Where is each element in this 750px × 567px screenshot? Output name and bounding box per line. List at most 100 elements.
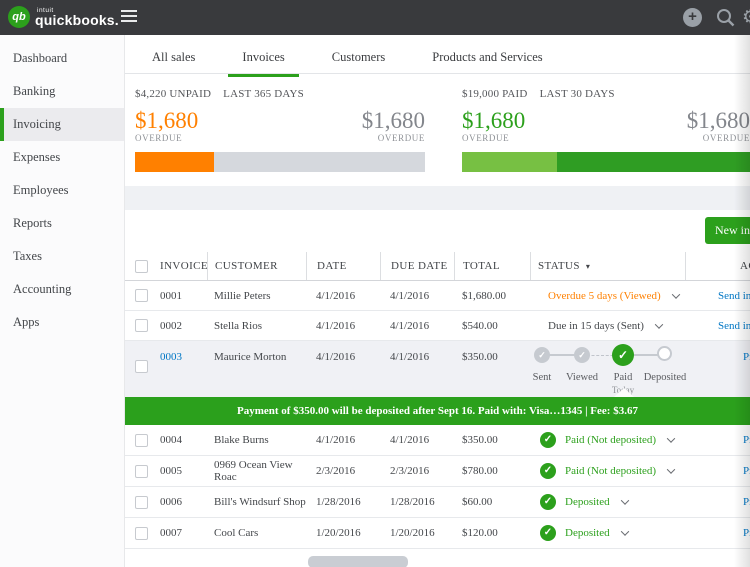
paid-period: LAST 30 DAYS	[539, 88, 615, 100]
print-link[interactable]: Print	[743, 465, 750, 477]
table-row: 0005 0969 Ocean View Roac 2/3/2016 2/3/2…	[125, 456, 750, 487]
row-checkbox[interactable]	[135, 289, 148, 302]
invoice-date: 1/20/2016	[316, 527, 361, 539]
tab-products-services[interactable]: Products and Services	[418, 50, 556, 74]
sidebar-item-expenses[interactable]: Expenses	[0, 141, 124, 174]
invoice-total: $780.00	[462, 465, 498, 477]
invoice-number: 0002	[160, 319, 182, 332]
unpaid-progress-bar	[135, 152, 425, 172]
paid-check-icon: ✓	[540, 432, 556, 448]
viewed-check-icon: ✓	[574, 347, 590, 363]
select-all-checkbox[interactable]	[135, 259, 148, 273]
timeline-step-label: Deposited	[643, 372, 687, 383]
unpaid-period: LAST 365 DAYS	[223, 88, 304, 100]
sidebar-item-employees[interactable]: Employees	[0, 174, 124, 207]
sidebar-item-taxes[interactable]: Taxes	[0, 240, 124, 273]
customer-name: Cool Cars	[214, 527, 259, 539]
column-header-date[interactable]: DATE	[306, 252, 380, 280]
tab-customers[interactable]: Customers	[318, 50, 399, 74]
horizontal-scrollbar-thumb[interactable]	[308, 556, 408, 567]
paid-check-icon: ✓	[540, 463, 556, 479]
paid-recent-amount: $1,680 OVERDUE	[462, 108, 526, 144]
row-checkbox[interactable]	[135, 464, 148, 478]
create-plus-icon[interactable]: +	[683, 8, 702, 27]
sidebar-item-reports[interactable]: Reports	[0, 207, 124, 240]
status-dropdown[interactable]: ✓ Deposited	[530, 525, 685, 541]
table-header-row: INVOICE CUSTOMER DATE DUE DATE TOTAL STA…	[125, 252, 750, 281]
paid-check-icon: ✓	[540, 494, 556, 510]
unpaid-overdue-amount: $1,680 OVERDUE	[135, 108, 199, 144]
paid-check-icon: ✓	[612, 344, 634, 366]
paid-summary: $19,000 PAID	[462, 88, 528, 100]
status-dropdown[interactable]: Due in 15 days (Sent)	[530, 320, 685, 332]
column-header-action[interactable]: ACTION	[685, 252, 750, 280]
search-icon[interactable]	[716, 8, 735, 27]
column-header-due-date[interactable]: DUE DATE	[380, 252, 454, 280]
gear-icon[interactable]: ⚙	[742, 6, 750, 28]
customer-name: Stella Rios	[214, 319, 262, 332]
customer-name: Millie Peters	[214, 289, 271, 302]
paid-total-amount: $1,680 OVERDUE	[686, 108, 750, 144]
row-checkbox[interactable]	[135, 433, 148, 447]
table-row: 0004 Blake Burns 4/1/2016 4/1/2016 $350.…	[125, 425, 750, 456]
row-checkbox[interactable]	[135, 526, 148, 540]
payment-status-timeline: ✓ ✓ ✓ Sent Viewed Paid Deposited Today	[125, 341, 750, 397]
invoice-total: $350.00	[462, 434, 498, 446]
invoice-stats: $4,220 UNPAID LAST 365 DAYS $1,680 OVERDU…	[125, 74, 750, 186]
tab-all-sales[interactable]: All sales	[138, 50, 209, 74]
deposited-pending-icon	[657, 346, 672, 361]
payment-deposit-banner: Payment of $350.00 will be deposited aft…	[125, 388, 750, 425]
customer-name: Bill's Windsurf Shop	[214, 496, 306, 508]
quickbooks-wordmark: quickbooks.	[35, 11, 119, 28]
row-checkbox[interactable]	[135, 495, 148, 509]
row-checkbox[interactable]	[135, 319, 148, 332]
new-invoice-button[interactable]: New invoice	[705, 217, 750, 244]
send-invoice-link[interactable]: Send invoice	[718, 290, 750, 302]
status-dropdown[interactable]: ✓ Paid (Not deposited)	[530, 463, 685, 479]
sidebar-item-banking[interactable]: Banking	[0, 75, 124, 108]
invoice-date: 4/1/2016	[316, 434, 356, 446]
invoice-total: $1,680.00	[462, 289, 506, 302]
timeline-step-label: Sent	[532, 372, 552, 383]
column-header-customer[interactable]: CUSTOMER	[207, 252, 306, 280]
invoice-total: $540.00	[462, 319, 498, 332]
invoice-number: 0001	[160, 289, 182, 302]
status-dropdown[interactable]: ✓ Deposited	[530, 494, 685, 510]
send-invoice-link[interactable]: Send invoice	[718, 320, 750, 332]
table-row-expanded: 0003 Maurice Morton 4/1/2016 4/1/2016 $3…	[125, 341, 750, 397]
invoice-number: 0007	[160, 527, 182, 539]
chevron-down-icon	[654, 319, 664, 329]
chevron-down-icon	[666, 465, 676, 474]
sidebar-item-dashboard[interactable]: Dashboard	[0, 42, 124, 75]
sidebar-item-apps[interactable]: Apps	[0, 306, 124, 339]
status-dropdown[interactable]: Overdue 5 days (Viewed)	[530, 290, 685, 302]
invoice-total: $120.00	[462, 527, 498, 539]
main-content: All sales Invoices Customers Products an…	[125, 35, 750, 567]
invoice-date: 4/1/2016	[316, 319, 356, 332]
column-header-status[interactable]: STATUS ▾	[530, 252, 685, 280]
paid-panel: $19,000 PAID LAST 30 DAYS $1,680 OVERDUE …	[462, 88, 750, 186]
quickbooks-logo: qb intuit quickbooks.	[8, 6, 119, 28]
customer-name: Blake Burns	[214, 434, 269, 446]
status-dropdown[interactable]: ✓ Paid (Not deposited)	[530, 432, 685, 448]
table-toolbar: New invoice	[125, 210, 750, 252]
sidebar-item-invoicing[interactable]: Invoicing	[0, 108, 124, 141]
timeline-step-label: Viewed	[565, 372, 599, 383]
table-row: 0006 Bill's Windsurf Shop 1/28/2016 1/28…	[125, 487, 750, 518]
unpaid-panel: $4,220 UNPAID LAST 365 DAYS $1,680 OVERDU…	[135, 88, 425, 186]
print-link[interactable]: Print	[743, 527, 750, 539]
table-row: 0001 Millie Peters 4/1/2016 4/1/2016 $1,…	[125, 281, 750, 311]
column-header-invoice[interactable]: INVOICE	[160, 252, 208, 280]
invoice-total: $60.00	[462, 496, 493, 508]
print-link[interactable]: Print	[743, 496, 750, 508]
invoice-date: 1/28/2016	[316, 496, 361, 508]
customer-name: 0969 Ocean View Roac	[214, 459, 293, 483]
invoice-date: 4/1/2016	[316, 289, 356, 302]
column-header-total[interactable]: TOTAL	[454, 252, 530, 280]
due-date: 4/1/2016	[390, 289, 430, 302]
chevron-down-icon	[666, 434, 676, 443]
hamburger-menu-icon[interactable]	[121, 10, 137, 25]
print-link[interactable]: Print	[743, 434, 750, 446]
tab-invoices[interactable]: Invoices	[228, 50, 299, 77]
sidebar-item-accounting[interactable]: Accounting	[0, 273, 124, 306]
